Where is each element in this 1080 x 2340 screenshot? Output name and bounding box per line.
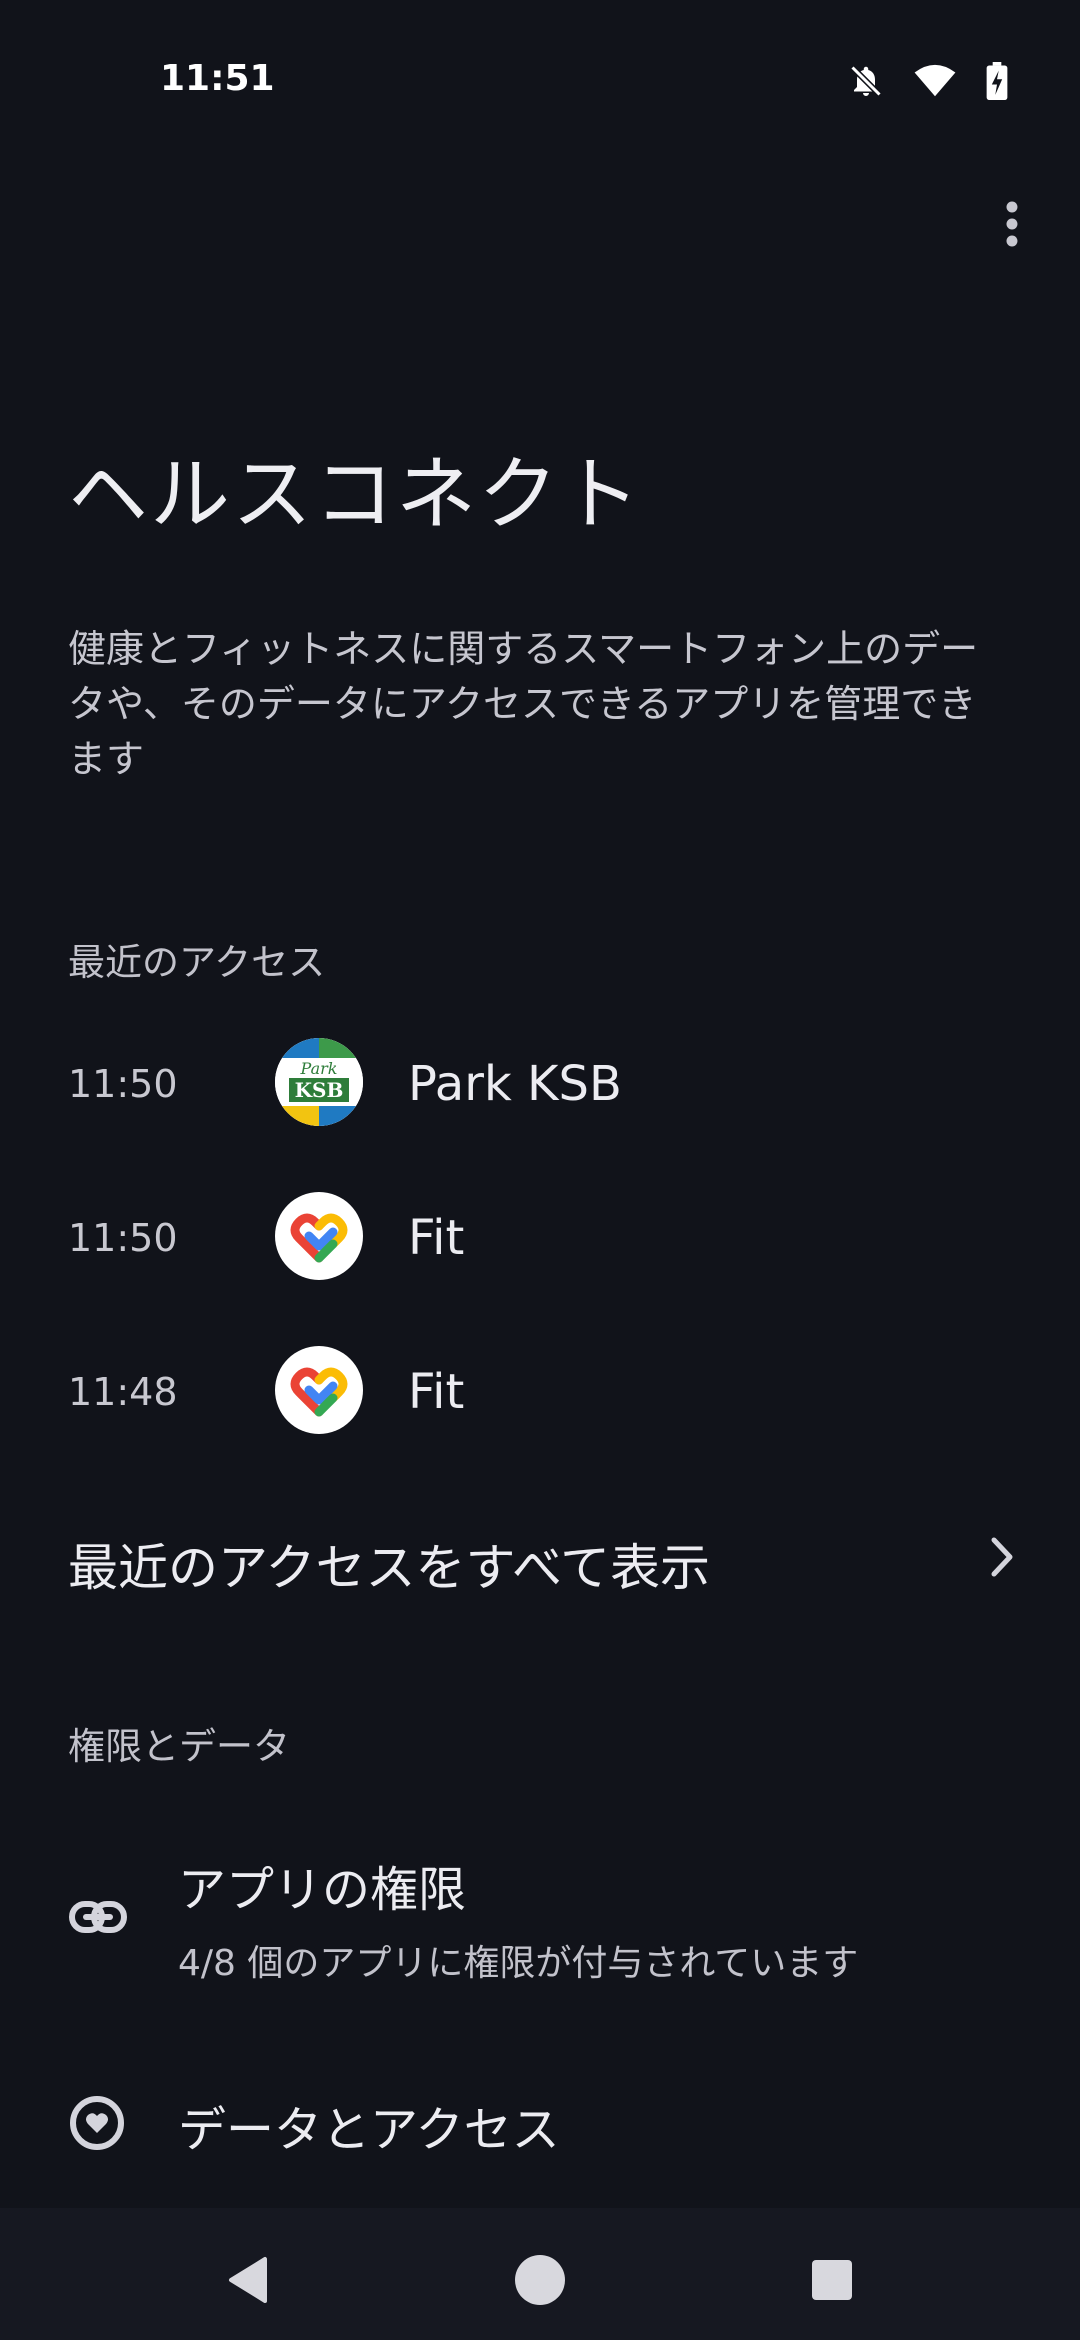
- app-permissions-item[interactable]: アプリの権限 4/8 個のアプリに権限が付与されています: [0, 1830, 1080, 2010]
- status-time: 11:51: [160, 58, 275, 99]
- data-heart-icon: [68, 2094, 126, 2156]
- recent-access-item[interactable]: 11:50 Park KSB Park KSB: [0, 1018, 1080, 1148]
- svg-text:KSB: KSB: [295, 1078, 344, 1102]
- recent-access-item[interactable]: 11:50 Fit: [0, 1172, 1080, 1302]
- page-description: 健康とフィットネスに関するスマートフォン上のデータや、そのデータにアクセスできる…: [68, 627, 979, 781]
- app-permissions-title: アプリの権限: [178, 1862, 467, 1918]
- data-access-item[interactable]: データとアクセス: [0, 2066, 1080, 2176]
- recent-access-item[interactable]: 11:48 Fit: [0, 1326, 1080, 1456]
- chevron-right-icon: [988, 1534, 1018, 1584]
- more-options-button[interactable]: [984, 196, 1040, 252]
- google-fit-icon: [275, 1192, 363, 1280]
- wifi-icon: [914, 64, 956, 98]
- page-title: ヘルスコネクト: [68, 448, 642, 541]
- recent-access-header: 最近のアクセス: [68, 941, 326, 984]
- home-icon: [515, 2255, 565, 2305]
- recents-icon: [812, 2260, 852, 2300]
- svg-text:Park: Park: [300, 1059, 338, 1078]
- bell-off-icon: [848, 62, 884, 100]
- back-button[interactable]: [218, 2250, 278, 2310]
- see-all-label: 最近のアクセスをすべて表示: [68, 1539, 710, 1597]
- permissions-data-header: 権限とデータ: [68, 1725, 290, 1768]
- health-connect-screen: 11:51 ヘルスコネクト 健康とフィットネスに関するスマートフォン上のデータや…: [0, 0, 1080, 2340]
- see-all-recent-access-button[interactable]: 最近のアクセスをすべて表示: [0, 1500, 1080, 1616]
- access-app-name: Fit: [408, 1210, 465, 1266]
- recents-button[interactable]: [802, 2250, 862, 2310]
- status-icons: [848, 62, 1008, 100]
- link-icon: [68, 1900, 128, 1938]
- park-ksb-app-icon: Park KSB: [275, 1038, 363, 1126]
- app-permissions-subtitle: 4/8 個のアプリに権限が付与されています: [178, 1943, 859, 1984]
- google-fit-icon: [275, 1346, 363, 1434]
- access-app-name: Fit: [408, 1364, 465, 1420]
- home-button[interactable]: [510, 2250, 570, 2310]
- battery-charging-icon: [986, 62, 1008, 100]
- data-access-title: データとアクセス: [178, 2102, 560, 2158]
- navigation-bar: [0, 2208, 1080, 2340]
- access-time: 11:50: [68, 1216, 178, 1260]
- more-vert-icon: [1006, 201, 1018, 247]
- access-time: 11:50: [68, 1062, 178, 1106]
- access-app-name: Park KSB: [408, 1056, 622, 1112]
- back-icon: [229, 2257, 267, 2303]
- access-time: 11:48: [68, 1370, 178, 1414]
